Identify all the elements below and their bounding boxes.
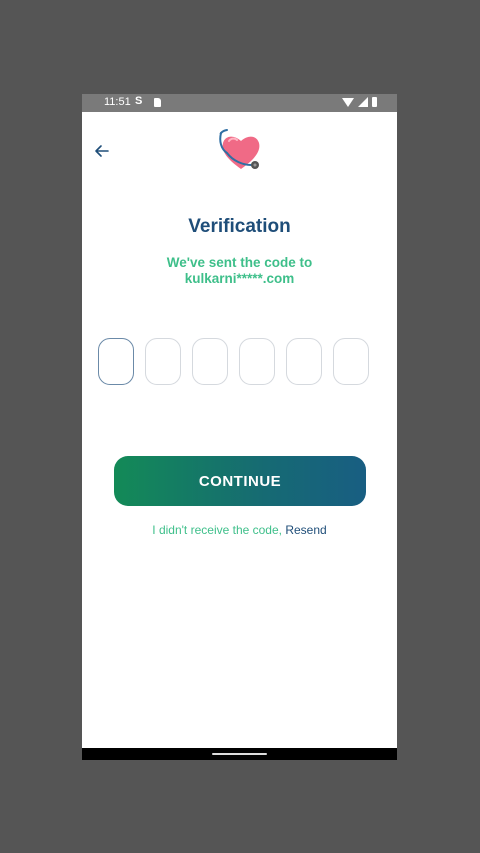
sd-card-icon [154,98,161,107]
resend-prompt: I didn't receive the code, [152,523,282,537]
s-app-icon: S [135,95,143,107]
status-icons [342,97,377,107]
otp-digit-5[interactable] [286,338,322,385]
home-indicator[interactable] [212,753,267,755]
heart-stethoscope-logo-icon [219,129,260,169]
wifi-icon [342,97,354,107]
phone-screen: 11:51 S Verification We've sent the code… [82,94,397,760]
verification-subtitle: We've sent the code to kulkarni*****.com [82,255,397,287]
subtitle-email: kulkarni*****.com [184,271,295,286]
status-time: 11:51 [104,96,131,108]
otp-digit-4[interactable] [239,338,275,385]
otp-code-row [98,338,369,385]
status-bar: 11:51 S [82,94,397,112]
otp-digit-3[interactable] [192,338,228,385]
signal-icon [358,97,368,107]
subtitle-line-1: We've sent the code to [166,255,313,270]
resend-link[interactable]: Resend [285,523,326,537]
otp-digit-1[interactable] [98,338,134,385]
battery-icon [372,97,377,107]
resend-row: I didn't receive the code, Resend [82,523,397,537]
navigation-bar [82,748,397,760]
otp-digit-6[interactable] [333,338,369,385]
back-arrow-icon[interactable] [94,143,110,159]
continue-button[interactable]: CONTINUE [114,456,366,506]
page-title: Verification [188,216,291,237]
otp-digit-2[interactable] [145,338,181,385]
